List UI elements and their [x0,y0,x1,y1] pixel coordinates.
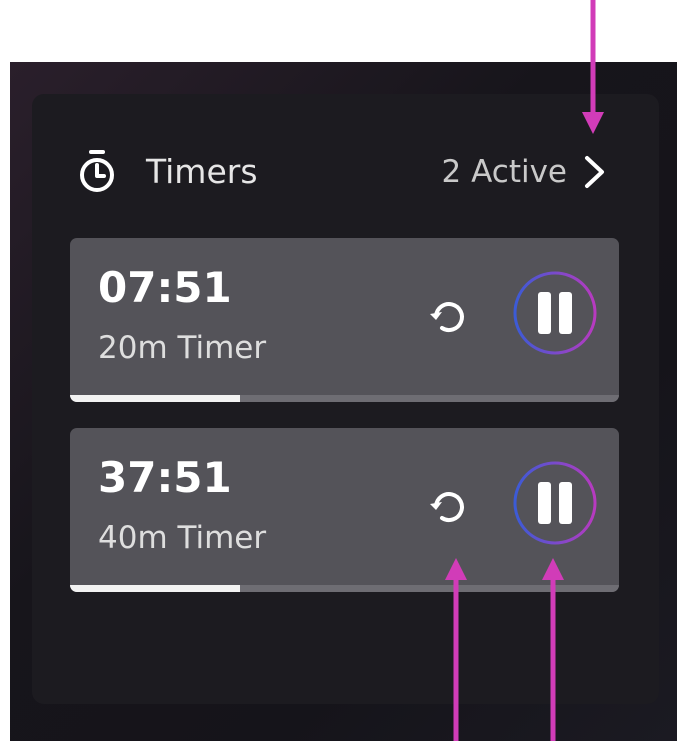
widget-title: Timers [146,152,258,191]
pause-icon [538,482,551,524]
stopwatch-icon [80,150,114,192]
timer-label: 40m Timer [98,520,267,556]
pause-button[interactable] [510,458,600,548]
timer-label: 20m Timer [98,330,267,366]
progress-track [70,395,619,402]
annotation-arrow-reset [445,558,467,741]
pause-icon [538,292,551,334]
progress-track [70,585,619,592]
timer-time: 37:51 [98,453,232,502]
reset-icon[interactable] [428,296,468,340]
timer-time: 07:51 [98,263,232,312]
progress-fill [70,395,241,402]
annotation-arrow-top [582,0,604,134]
progress-fill [70,585,241,592]
active-count: 2 Active [441,154,567,190]
annotation-arrow-pause [542,558,564,741]
timer-card-2[interactable]: 37:51 40m Timer [70,428,619,592]
chevron-right-icon[interactable] [582,154,608,190]
timer-card-1[interactable]: 07:51 20m Timer [70,238,619,402]
pause-button[interactable] [510,268,600,358]
timers-header[interactable]: Timers 2 Active [32,94,659,244]
reset-icon[interactable] [428,486,468,530]
